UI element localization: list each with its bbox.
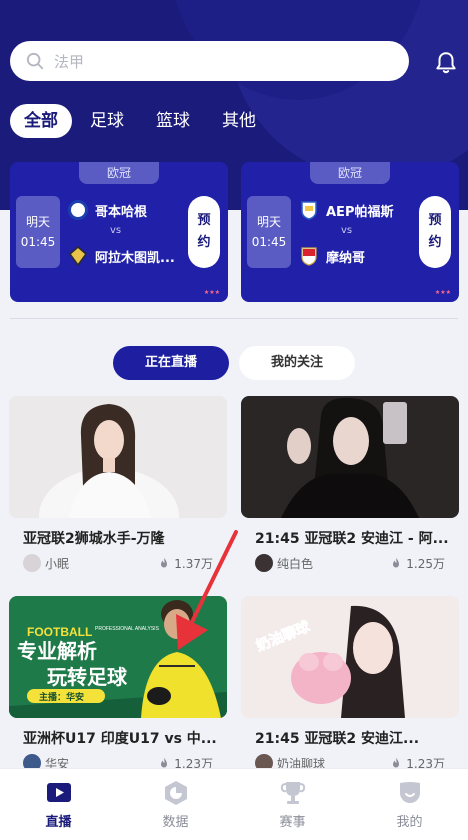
bell-icon[interactable] xyxy=(433,50,459,76)
profile-icon xyxy=(399,782,420,803)
book-label-2: 约 xyxy=(428,235,442,250)
vs-label: vs xyxy=(110,225,122,236)
streamer-name: 纯白色 xyxy=(277,556,314,571)
search-icon xyxy=(26,52,44,70)
avatar xyxy=(23,554,41,572)
stream-title: 21:45 亚冠联2 安迪江... xyxy=(255,731,420,747)
poster-line-5: 主播：华安 xyxy=(39,691,84,703)
poster-line-4: 玩转足球 xyxy=(47,665,128,689)
poster-line-3: 专业解析 xyxy=(17,639,97,663)
match-time: 明天 01:45 xyxy=(247,196,291,268)
tab-following[interactable]: 我的关注 xyxy=(239,346,355,380)
tab-live[interactable]: 正在直播 xyxy=(113,346,229,380)
streamer-name: 小眠 xyxy=(45,556,70,571)
league-label: 欧冠 xyxy=(79,162,159,184)
league-label: 欧冠 xyxy=(310,162,390,184)
viewer-count: 1.25万 xyxy=(406,556,445,571)
match-card[interactable]: 欧冠 明天 01:45 AEP帕福斯 vs 摩纳哥 预 约 ★★★ xyxy=(241,162,459,302)
match-time: 明天 01:45 xyxy=(16,196,60,268)
team-logo-icon xyxy=(68,246,88,266)
nav-live-label: 直播 xyxy=(45,815,72,830)
search-bar[interactable]: 法甲 xyxy=(10,41,409,81)
home-team: AEP帕福斯 xyxy=(299,200,393,220)
team-logo-icon xyxy=(68,200,88,220)
nav-events-label: 赛事 xyxy=(279,815,306,830)
home-team-name: AEP帕福斯 xyxy=(326,204,394,220)
streamer-photo xyxy=(9,396,227,518)
book-button[interactable]: 预 约 xyxy=(419,196,451,268)
match-day: 明天 xyxy=(256,215,281,229)
away-team-name: 阿拉木图凯... xyxy=(95,250,175,266)
tab-football[interactable]: 足球 xyxy=(76,104,138,138)
match-clock: 01:45 xyxy=(251,235,287,249)
stream-title: 21:45 亚冠联2 安迪江 - 阿... xyxy=(255,531,449,547)
nav-events[interactable]: 赛事 xyxy=(253,779,333,830)
away-team: 摩纳哥 xyxy=(299,246,365,266)
book-button[interactable]: 预 约 xyxy=(188,196,220,268)
pointer-arrow-icon xyxy=(176,530,238,650)
nav-data-label: 数据 xyxy=(162,815,189,830)
nav-profile-label: 我的 xyxy=(396,815,423,830)
stream-title: 亚洲杯U17 印度U17 vs 中... xyxy=(23,731,217,747)
divider xyxy=(10,318,458,319)
stream-thumbnail xyxy=(241,396,459,518)
book-label-1: 预 xyxy=(197,213,211,228)
team-logo-icon xyxy=(301,247,317,266)
stream-thumbnail: 奶油聊球 xyxy=(241,596,459,718)
streamer-photo: 奶油聊球 xyxy=(241,596,459,718)
book-label-1: 预 xyxy=(428,213,442,228)
nav-profile[interactable]: 我的 xyxy=(370,779,450,830)
stream-thumbnail xyxy=(9,396,227,518)
away-team-name: 摩纳哥 xyxy=(326,250,366,266)
poster-line-1: FOOTBALL xyxy=(27,625,92,639)
match-card[interactable]: 欧冠 明天 01:45 哥本哈根 vs 阿拉木图凯... 预 约 ★★★ xyxy=(10,162,228,302)
category-tabs: 全部 足球 篮球 其他 xyxy=(10,104,274,138)
team-logo-icon xyxy=(301,201,317,220)
tab-basketball[interactable]: 篮球 xyxy=(142,104,204,138)
book-label-2: 约 xyxy=(197,235,211,250)
tab-other[interactable]: 其他 xyxy=(208,104,270,138)
match-day: 明天 xyxy=(25,215,50,229)
match-clock: 01:45 xyxy=(20,235,56,249)
nav-data[interactable]: 数据 xyxy=(136,779,216,830)
stream-meta: 纯白色 1.25万 xyxy=(241,554,459,572)
trophy-icon xyxy=(280,782,305,804)
data-icon xyxy=(164,781,187,805)
home-team-name: 哥本哈根 xyxy=(95,204,148,220)
nav-live[interactable]: 直播 xyxy=(19,779,99,830)
stream-card[interactable]: 奶油聊球 21:45 亚冠联2 安迪江... 奶油聊球 1.23万 xyxy=(241,596,459,772)
streamer-photo xyxy=(241,396,459,518)
search-input[interactable]: 法甲 xyxy=(54,51,84,72)
stream-card[interactable]: 21:45 亚冠联2 安迪江 - 阿... 纯白色 1.25万 xyxy=(241,396,459,572)
bottom-navigation: 直播 数据 赛事 我的 xyxy=(0,768,468,840)
stream-tabs: 正在直播 我的关注 xyxy=(113,346,365,380)
watermark-logo: ★★★ xyxy=(434,289,451,296)
home-team: 哥本哈根 xyxy=(68,200,147,220)
away-team: 阿拉木图凯... xyxy=(68,246,175,266)
vs-label: vs xyxy=(341,225,353,236)
play-icon xyxy=(46,783,71,802)
tab-all[interactable]: 全部 xyxy=(10,104,72,138)
watermark-logo: ★★★ xyxy=(203,289,220,296)
fire-icon xyxy=(393,558,400,568)
